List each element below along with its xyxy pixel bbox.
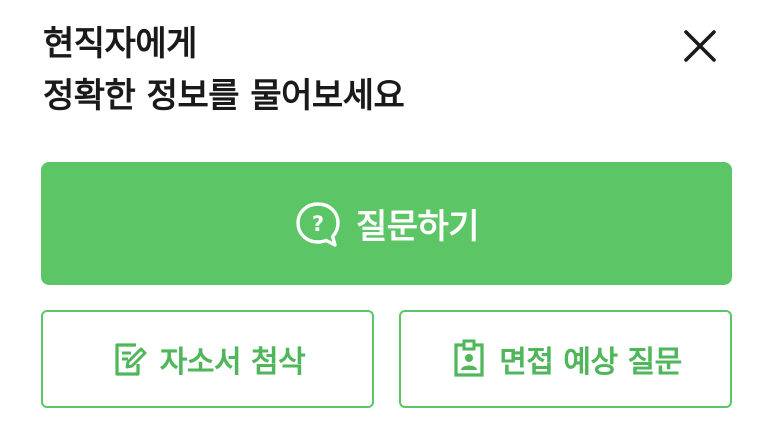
svg-text:?: ? bbox=[312, 212, 324, 236]
title-line-1: 현직자에게 bbox=[43, 24, 197, 64]
edit-document-icon bbox=[110, 339, 150, 379]
ask-question-label: 질문하기 bbox=[355, 207, 480, 247]
resume-review-label: 자소서 첨삭 bbox=[159, 345, 306, 380]
interview-questions-label: 면접 예상 질문 bbox=[499, 345, 682, 380]
resume-review-button[interactable]: 자소서 첨삭 bbox=[41, 310, 374, 408]
ask-question-button[interactable]: ? 질문하기 bbox=[41, 162, 732, 285]
close-icon bbox=[682, 28, 718, 64]
sheet-title: 현직자에게 정확한 정보를 물어보세요 bbox=[43, 18, 405, 122]
title-line-2: 정확한 정보를 물어보세요 bbox=[43, 76, 405, 116]
id-badge-icon bbox=[449, 339, 489, 379]
interview-questions-button[interactable]: 면접 예상 질문 bbox=[399, 310, 732, 408]
close-button[interactable] bbox=[676, 22, 724, 70]
question-bubble-icon: ? bbox=[294, 200, 342, 248]
bottom-sheet: 현직자에게 정확한 정보를 물어보세요 ? 질문하기 자소서 첨삭 면접 예상 … bbox=[0, 0, 773, 440]
